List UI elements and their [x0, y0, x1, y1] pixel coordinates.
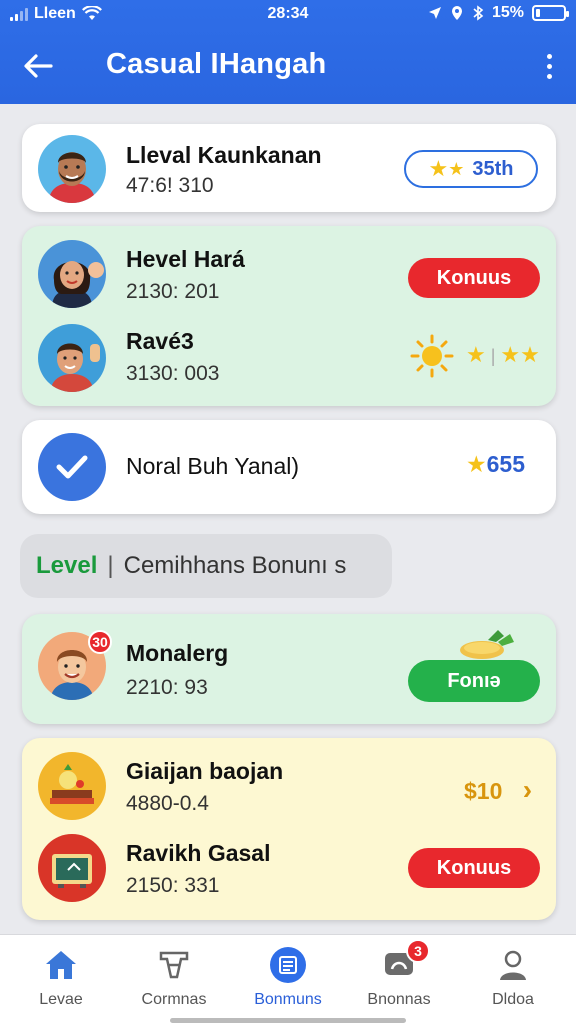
- star-rating: ★ | ★★: [466, 342, 540, 367]
- home-icon: [43, 947, 79, 983]
- back-button[interactable]: [20, 48, 56, 84]
- star-icon: ★: [466, 451, 487, 477]
- bonus-card[interactable]: 30 Monalerg 2210: 93 Fonıə: [22, 614, 556, 724]
- player-name: Ravé3: [126, 328, 194, 354]
- avatar: [38, 240, 106, 308]
- reward-name: Giaijan baojan: [126, 758, 284, 784]
- achievement-title: Noral Buh Yanal): [126, 453, 300, 479]
- reward-row[interactable]: Ravikh Gasal 2150: 331 Konuus: [22, 828, 556, 912]
- profile-icon: [495, 947, 531, 983]
- more-dot-icon: [546, 53, 552, 59]
- claim-button[interactable]: Fonıə: [408, 660, 540, 702]
- player-score: 2210: 93: [126, 676, 208, 699]
- more-dot-icon: [546, 73, 552, 79]
- bonus-button[interactable]: Konuus: [408, 848, 540, 888]
- check-icon: [56, 455, 88, 479]
- bonus-icon: [270, 947, 306, 983]
- star-icon: ★: [466, 342, 486, 367]
- battery-icon: [532, 5, 569, 21]
- avatar: [38, 324, 106, 392]
- star-icon: ★: [448, 158, 465, 179]
- tv-icon: [52, 854, 92, 888]
- boy-avatar-icon: [50, 343, 100, 392]
- player-score: 2130: 201: [126, 280, 220, 303]
- rank-badge[interactable]: ★ ★ 35th: [404, 150, 538, 188]
- avatar: [38, 135, 106, 203]
- location-pin-icon: [451, 6, 462, 20]
- reward-avatar: [38, 752, 106, 820]
- player-row[interactable]: 30 Monalerg 2210: 93 Fonıə: [22, 626, 556, 710]
- nav-item-bonmuns[interactable]: Bonmuns: [233, 943, 343, 1013]
- leaderboard-card[interactable]: Hevel Hará 2130: 201 Konuus Ravé3 3130…: [22, 226, 556, 406]
- home-indicator: [170, 1018, 406, 1023]
- section-title: Cemihhans Bonunı s: [123, 552, 347, 579]
- star-icon: ★: [500, 342, 521, 367]
- bluetooth-icon: [473, 5, 484, 21]
- notification-badge: 30: [88, 630, 112, 654]
- bottom-navigation: Levae Cormnas Bonmuns 3 Bnonnas Dldoa: [0, 934, 576, 1024]
- nav-label: Bonmuns: [254, 991, 322, 1008]
- reward-name: Ravikh Gasal: [126, 840, 271, 866]
- nav-item-dldoa[interactable]: Dldoa: [458, 943, 568, 1013]
- reward-amount[interactable]: $10 ›: [464, 774, 532, 806]
- bonus-button[interactable]: Konuus: [408, 258, 540, 298]
- notification-badge: 3: [406, 939, 430, 963]
- more-dot-icon: [546, 63, 552, 69]
- nav-label: Cormnas: [141, 991, 207, 1008]
- nav-item-bnonnas[interactable]: 3 Bnonnas: [344, 939, 454, 1013]
- man-avatar-icon: [48, 152, 96, 203]
- chevron-right-icon: ›: [522, 774, 533, 805]
- food-tray-icon: [50, 764, 94, 804]
- battery-percent: 15%: [491, 4, 524, 21]
- player-score: 47:6! 310: [126, 174, 214, 197]
- player-score: 3130: 003: [126, 362, 220, 385]
- star-icon: ★: [520, 342, 540, 367]
- achievement-card[interactable]: Noral Buh Yanal) ★655: [22, 420, 556, 514]
- section-separator: |: [107, 552, 114, 579]
- reward-score: 2150: 331: [126, 874, 220, 897]
- woman-avatar-icon: [52, 261, 104, 308]
- app-title: Casual IHangah: [106, 48, 327, 80]
- more-options-button[interactable]: [540, 48, 558, 84]
- player-row[interactable]: Ravé3 3130: 003 ★ | ★★: [22, 316, 556, 400]
- location-arrow-icon: [428, 7, 441, 19]
- player-row[interactable]: Hevel Hará 2130: 201 Konuus: [22, 230, 556, 314]
- food-icon: [460, 630, 514, 659]
- player-name: Hevel Hará: [126, 246, 245, 272]
- player-name: Monalerg: [126, 640, 229, 666]
- player-row[interactable]: Lleval Kaunkanan 47:6! 310 ★ ★ 35th: [22, 126, 556, 210]
- reward-row[interactable]: Giaijan baojan 4880-0.4 $10 ›: [22, 744, 556, 828]
- nav-label: Bnonnas: [367, 991, 431, 1008]
- checkmark-avatar: [38, 433, 106, 501]
- player-name: Lleval Kaunkanan: [126, 142, 322, 168]
- nav-label: Levae: [39, 991, 83, 1008]
- tools-icon: [156, 947, 192, 983]
- nav-label: Dldoa: [492, 991, 534, 1008]
- section-header: Level | Cemihhans Bonunı s: [20, 534, 392, 598]
- star-icon: ★: [428, 156, 449, 181]
- leaderboard-card[interactable]: Lleval Kaunkanan 47:6! 310 ★ ★ 35th: [22, 124, 556, 212]
- app-bar: Casual IHangah: [0, 30, 576, 102]
- status-bar: Lleen 28:34 15%: [0, 0, 576, 28]
- points-value: 655: [486, 451, 525, 477]
- reward-avatar: [38, 834, 106, 902]
- nav-item-levae[interactable]: Levae: [6, 943, 116, 1013]
- points-display: ★655: [466, 451, 525, 478]
- achievement-row[interactable]: Noral Buh Yanal) ★655: [22, 425, 556, 509]
- reward-score: 4880-0.4: [126, 792, 209, 815]
- bonus-card[interactable]: Giaijan baojan 4880-0.4 $10 › Ravikh Gas…: [22, 738, 556, 920]
- nav-item-cormnas[interactable]: Cormnas: [119, 943, 229, 1013]
- amount-text: $10: [464, 778, 503, 804]
- arrow-left-icon: [24, 54, 53, 78]
- sun-icon: [410, 334, 454, 378]
- rank-text: 35th: [472, 157, 514, 180]
- section-level-label: Level: [36, 552, 98, 579]
- status-right: 15%: [428, 4, 569, 22]
